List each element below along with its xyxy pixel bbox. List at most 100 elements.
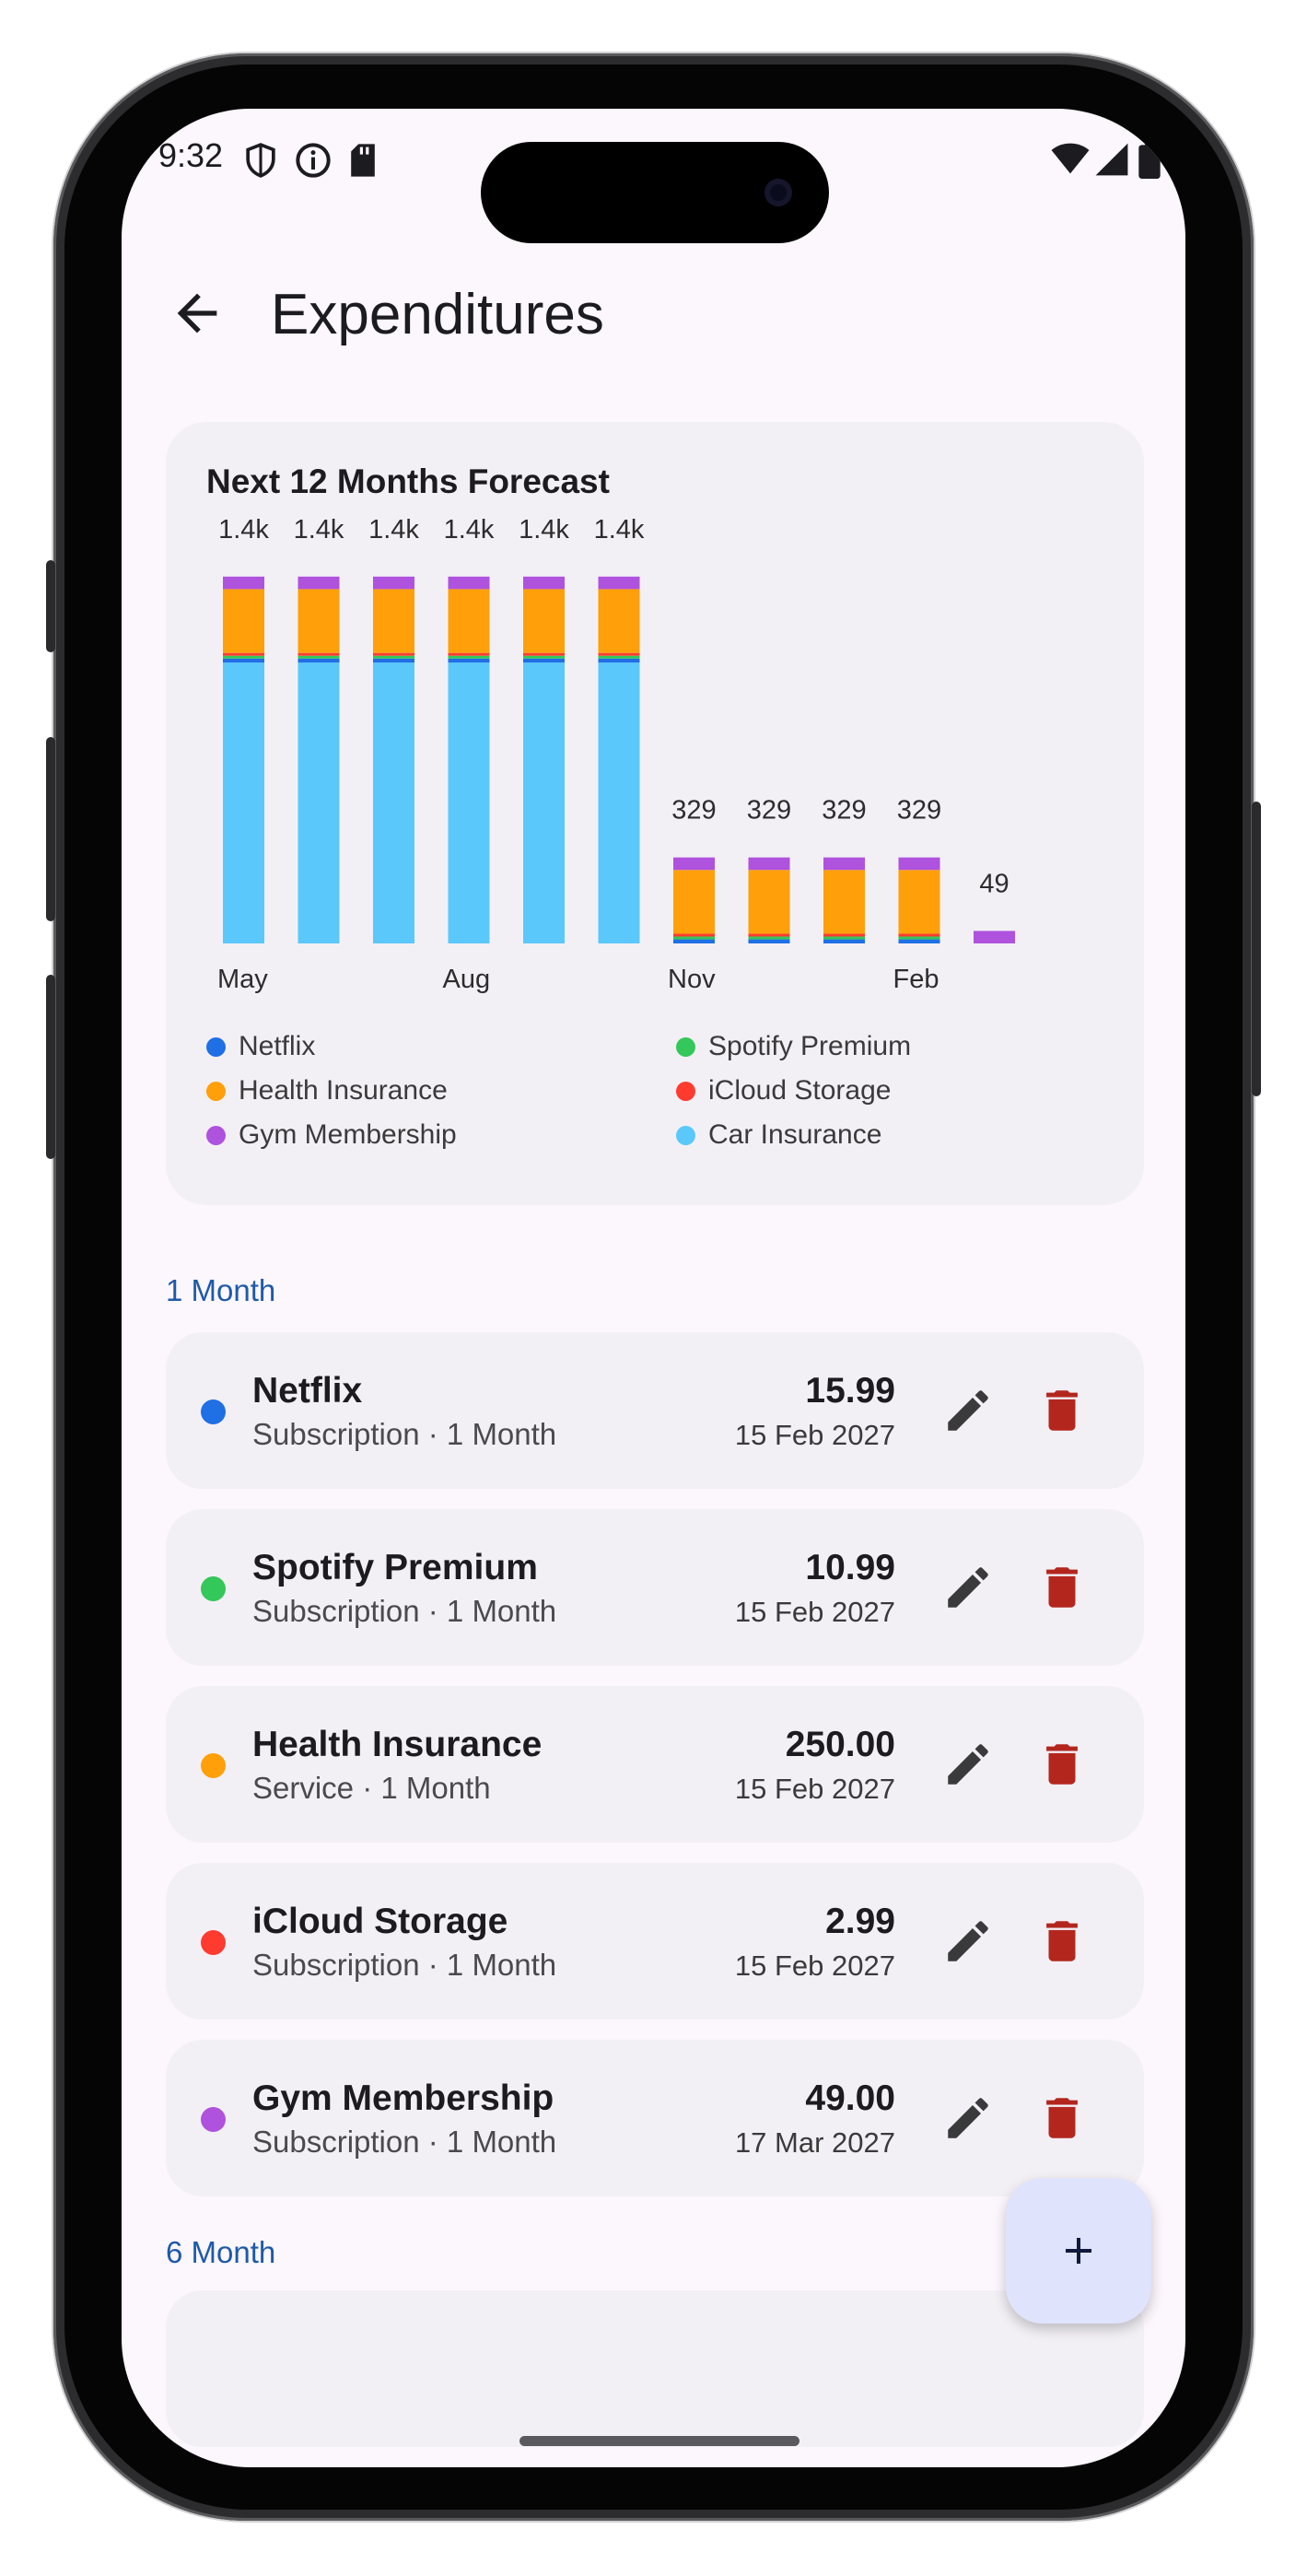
pencil-icon[interactable] bbox=[941, 1384, 995, 1437]
bar-segment-gym-membership-feb bbox=[898, 857, 940, 871]
pencil-icon[interactable] bbox=[941, 2091, 995, 2145]
bar-total-label: 1.4k bbox=[444, 515, 495, 544]
bar-segment-icloud-storage-feb bbox=[898, 933, 940, 937]
bar-segment-icloud-storage-dec bbox=[748, 933, 790, 937]
bar-segment-netflix-jun bbox=[298, 658, 340, 663]
expenditure-subtitle: Service · 1 Month bbox=[252, 1771, 491, 1805]
expenditure-row-health-insurance[interactable]: Health Insurance Service · 1 Month 250.0… bbox=[166, 1686, 1144, 1843]
bar-segment-spotify-premium-jan bbox=[823, 936, 865, 940]
pencil-icon[interactable] bbox=[941, 1914, 995, 1968]
legend-item-car-insurance: Car Insurance bbox=[676, 1117, 881, 1153]
bar-segment-gym-membership-nov bbox=[673, 857, 715, 871]
legend-dot bbox=[206, 1036, 226, 1057]
bar-segment-gym-membership-may bbox=[223, 576, 264, 590]
expenditure-amount: 2.99 bbox=[825, 1902, 895, 1941]
bar-segment-icloud-storage-aug bbox=[448, 652, 490, 656]
add-expenditure-button[interactable] bbox=[1006, 2178, 1151, 2324]
expenditure-amount: 15.99 bbox=[805, 1371, 895, 1411]
bar-segment-icloud-storage-jul bbox=[373, 652, 414, 656]
bar-total-label: 329 bbox=[747, 796, 791, 825]
bar-segment-health-insurance-jul bbox=[373, 589, 414, 653]
expenditure-name: Gym Membership bbox=[252, 2078, 554, 2118]
bar-segment-health-insurance-jun bbox=[298, 589, 340, 653]
bar-segment-icloud-storage-jan bbox=[823, 933, 865, 937]
arrow-back-icon[interactable] bbox=[168, 284, 227, 343]
volume-down-button bbox=[46, 975, 55, 1159]
shield-icon bbox=[246, 143, 275, 178]
legend-label: Gym Membership bbox=[239, 1119, 457, 1150]
expenditure-amount: 10.99 bbox=[805, 1548, 895, 1587]
wifi-icon bbox=[1051, 143, 1090, 174]
bar-segment-icloud-storage-nov bbox=[673, 933, 715, 937]
legend-dot bbox=[676, 1081, 695, 1101]
bar-total-label: 1.4k bbox=[368, 515, 419, 544]
expenditure-date: 15 Feb 2027 bbox=[734, 1773, 895, 1805]
bar-segment-netflix-jul bbox=[373, 658, 414, 663]
bar-segment-spotify-premium-nov bbox=[673, 936, 715, 940]
bar-total-label: 1.4k bbox=[294, 515, 344, 544]
bar-segment-car-insurance-jul bbox=[373, 662, 414, 943]
bar-total-label: 329 bbox=[822, 796, 866, 825]
expenditure-row-icloud-storage[interactable]: iCloud Storage Subscription · 1 Month 2.… bbox=[166, 1863, 1144, 2020]
bar-total-label: 1.4k bbox=[218, 515, 269, 544]
bar-segment-netflix-oct bbox=[598, 658, 640, 663]
page-title: Expenditures bbox=[271, 283, 604, 346]
expenditure-row-spotify-premium[interactable]: Spotify Premium Subscription · 1 Month 1… bbox=[166, 1509, 1144, 1666]
bar-segment-spotify-premium-aug bbox=[448, 655, 490, 659]
x-tick-label: Aug bbox=[443, 965, 491, 994]
pencil-icon[interactable] bbox=[941, 1561, 995, 1614]
expenditure-subtitle: Subscription · 1 Month bbox=[252, 1417, 557, 1451]
expenditure-name: iCloud Storage bbox=[252, 1902, 508, 1941]
bar-total-label: 49 bbox=[979, 869, 1009, 898]
dynamic-island bbox=[481, 142, 829, 243]
bar-segment-gym-membership-sep bbox=[523, 576, 565, 590]
power-button bbox=[1252, 802, 1261, 1096]
bar-segment-car-insurance-oct bbox=[598, 662, 640, 943]
front-camera bbox=[764, 179, 792, 206]
trash-icon[interactable] bbox=[1035, 1738, 1089, 1791]
legend-item-spotify-premium: Spotify Premium bbox=[676, 1028, 911, 1065]
bar-segment-spotify-premium-oct bbox=[598, 655, 640, 659]
legend-label: Spotify Premium bbox=[708, 1031, 912, 1061]
category-dot bbox=[201, 1753, 226, 1778]
x-tick-label: Feb bbox=[893, 965, 939, 994]
bar-total-label: 1.4k bbox=[594, 515, 645, 544]
expenditure-row-partial[interactable] bbox=[166, 2290, 1144, 2447]
bar-total-label: 329 bbox=[897, 796, 941, 825]
legend-label: Health Insurance bbox=[239, 1075, 448, 1106]
trash-icon[interactable] bbox=[1035, 2091, 1089, 2145]
forecast-chart-card: Next 12 Months Forecast 1.4k 1.4k 1.4k 1.4k… bbox=[166, 422, 1144, 1205]
expenditure-subtitle: Subscription · 1 Month bbox=[252, 2125, 557, 2159]
category-dot bbox=[201, 1399, 226, 1424]
trash-icon[interactable] bbox=[1035, 1561, 1089, 1614]
bar-segment-netflix-jan bbox=[823, 939, 865, 943]
expenditure-name: Spotify Premium bbox=[252, 1548, 538, 1587]
category-dot bbox=[201, 1576, 226, 1601]
action-button bbox=[46, 560, 55, 652]
expenditure-subtitle: Subscription · 1 Month bbox=[252, 1594, 557, 1628]
bar-segment-netflix-sep bbox=[523, 658, 565, 663]
bar-segment-gym-membership-oct bbox=[598, 576, 640, 590]
legend-dot bbox=[676, 1036, 695, 1057]
bar-segment-icloud-storage-sep bbox=[523, 652, 565, 656]
bar-segment-health-insurance-jan bbox=[823, 870, 865, 934]
bar-segment-car-insurance-sep bbox=[523, 662, 565, 943]
category-dot bbox=[201, 1930, 226, 1955]
trash-icon[interactable] bbox=[1035, 1914, 1089, 1968]
expenditure-name: Netflix bbox=[252, 1371, 363, 1411]
expenditure-amount: 250.00 bbox=[785, 1725, 895, 1764]
expenditure-row-netflix[interactable]: Netflix Subscription · 1 Month 15.99 15 … bbox=[166, 1332, 1144, 1489]
expenditure-amount: 49.00 bbox=[805, 2078, 895, 2118]
expenditure-date: 15 Feb 2027 bbox=[734, 1419, 895, 1451]
trash-icon[interactable] bbox=[1035, 1384, 1089, 1437]
expenditure-row-gym-membership[interactable]: Gym Membership Subscription · 1 Month 49… bbox=[166, 2040, 1144, 2196]
plus-icon bbox=[1066, 2238, 1091, 2264]
legend-item-netflix: Netflix bbox=[206, 1028, 315, 1065]
bar-segment-gym-membership-aug bbox=[448, 576, 490, 590]
cell-signal-icon bbox=[1095, 143, 1128, 176]
bar-segment-car-insurance-may bbox=[223, 662, 264, 943]
bar-segment-spotify-premium-may bbox=[223, 655, 264, 659]
bar-segment-health-insurance-may bbox=[223, 589, 264, 653]
pencil-icon[interactable] bbox=[941, 1738, 995, 1791]
x-tick-label: May bbox=[217, 965, 268, 994]
